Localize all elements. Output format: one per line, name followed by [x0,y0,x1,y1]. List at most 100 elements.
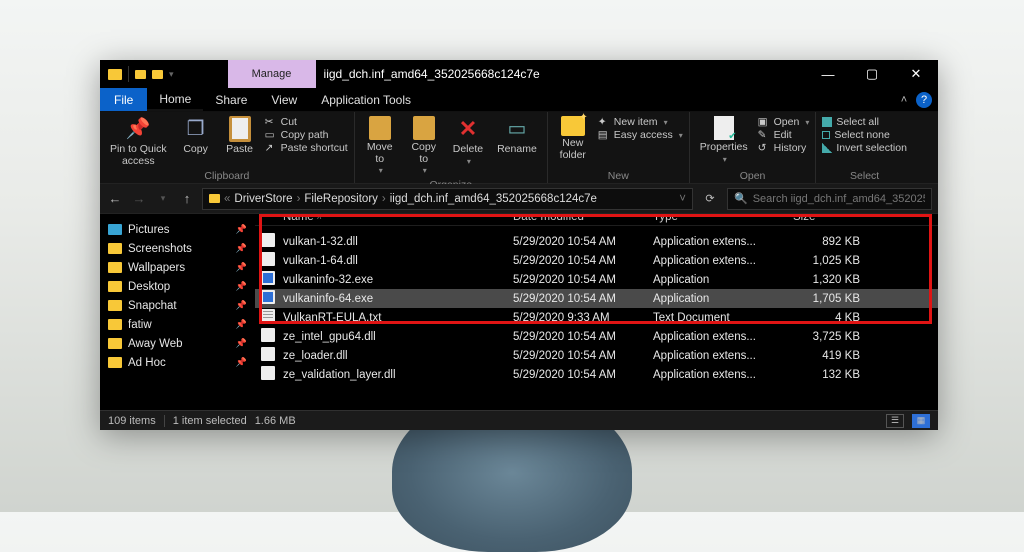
pin-to-quick-access-button[interactable]: 📌 Pin to Quick access [106,114,171,169]
manage-context-tab[interactable]: Manage [228,60,316,88]
delete-icon: ✕ [455,116,481,142]
file-type: Application [653,274,793,286]
file-date: 5/29/2020 10:54 AM [513,350,653,362]
back-button[interactable]: ← [106,191,124,206]
address-dropdown-icon[interactable]: ˅ [679,193,686,205]
select-none-button[interactable]: Select none [822,129,907,141]
edit-button[interactable]: ✎Edit [758,129,810,141]
column-date[interactable]: Date modified [513,214,653,223]
recent-locations-button[interactable]: ▾ [154,193,172,204]
help-button[interactable]: ? [916,92,932,108]
search-icon: 🔍 [734,192,748,205]
copy-to-icon [413,116,435,140]
pin-icon: 📌 [236,243,247,254]
sidebar-item[interactable]: Screenshots📌 [100,239,255,258]
qat-icon[interactable] [135,70,146,79]
breadcrumb-segment[interactable]: iigd_dch.inf_amd64_352025668c124c7e [390,193,597,205]
thumbnails-view-button[interactable]: ▦ [912,414,930,428]
breadcrumb-segment[interactable]: DriverStore [234,193,292,205]
paste-button[interactable]: Paste [221,114,259,158]
refresh-button[interactable]: ⟳ [699,192,721,205]
breadcrumb-segment[interactable]: FileRepository [304,193,378,205]
sidebar-item[interactable]: Pictures📌 [100,220,255,239]
shortcut-icon: ↗ [265,142,277,154]
move-to-button[interactable]: Move to▾ [361,114,399,178]
up-button[interactable]: ↑ [178,191,196,206]
rename-button[interactable]: Rename [493,114,541,158]
folder-icon [209,194,220,203]
pin-icon: 📌 [236,338,247,349]
column-name[interactable]: Name ˄ [283,214,513,223]
column-headers[interactable]: Name ˄ Date modified Type Size [255,214,938,226]
open-button[interactable]: ▣Open▾ [758,116,810,128]
file-name: vulkaninfo-64.exe [283,293,513,305]
column-type[interactable]: Type [653,214,793,223]
new-folder-button[interactable]: New folder [554,114,592,163]
delete-button[interactable]: ✕ Delete▾ [449,114,487,168]
open-icon: ▣ [758,116,770,128]
address-bar[interactable]: « DriverStore › FileRepository › iigd_dc… [202,188,693,210]
file-row[interactable]: vulkan-1-32.dll 5/29/2020 10:54 AM Appli… [255,232,938,251]
minimize-button[interactable]: — [806,60,850,88]
sidebar-item[interactable]: Ad Hoc📌 [100,353,255,372]
copy-to-button[interactable]: Copy to▾ [405,114,443,178]
sidebar-item[interactable]: Wallpapers📌 [100,258,255,277]
file-date: 5/29/2020 10:54 AM [513,369,653,381]
open-group-label: Open [696,169,810,183]
file-type: Application [653,293,793,305]
file-row[interactable]: ze_validation_layer.dll 5/29/2020 10:54 … [255,365,938,384]
select-all-button[interactable]: Select all [822,116,907,128]
qat-dropdown-icon[interactable]: ▾ [169,69,174,80]
file-name: ze_intel_gpu64.dll [283,331,513,343]
file-tab[interactable]: File [100,88,147,111]
sidebar-item-label: Desktop [128,281,170,293]
cut-button[interactable]: ✂Cut [265,116,348,128]
navigation-pane[interactable]: Pictures📌Screenshots📌Wallpapers📌Desktop📌… [100,214,255,410]
paste-shortcut-button[interactable]: ↗Paste shortcut [265,142,348,154]
details-view-button[interactable]: ☰ [886,414,904,428]
application-tools-tab[interactable]: Application Tools [309,88,423,111]
column-size[interactable]: Size [793,214,878,223]
forward-button[interactable]: → [130,191,148,206]
folder-icon [108,338,122,349]
file-row[interactable]: vulkaninfo-64.exe 5/29/2020 10:54 AM App… [255,289,938,308]
invert-selection-button[interactable]: Invert selection [822,142,907,154]
new-item-button[interactable]: ✦New item▾ [598,116,683,128]
properties-icon [714,116,734,140]
file-icon [261,290,275,304]
folder-icon [108,319,122,330]
qat-icon[interactable] [152,70,163,79]
file-row[interactable]: VulkanRT-EULA.txt 5/29/2020 9:33 AM Text… [255,308,938,327]
easy-access-button[interactable]: ▤Easy access▾ [598,129,683,141]
file-row[interactable]: ze_loader.dll 5/29/2020 10:54 AM Applica… [255,346,938,365]
file-row[interactable]: ze_intel_gpu64.dll 5/29/2020 10:54 AM Ap… [255,327,938,346]
properties-button[interactable]: Properties▾ [696,114,752,166]
selection-size: 1.66 MB [255,415,296,427]
file-date: 5/29/2020 10:54 AM [513,293,653,305]
maximize-button[interactable]: ▢ [850,60,894,88]
sidebar-item[interactable]: Away Web📌 [100,334,255,353]
share-tab[interactable]: Share [203,88,259,111]
file-list[interactable]: Name ˄ Date modified Type Size vulkan-1-… [255,214,938,410]
file-row[interactable]: vulkan-1-64.dll 5/29/2020 10:54 AM Appli… [255,251,938,270]
copy-path-button[interactable]: ▭Copy path [265,129,348,141]
copy-button[interactable]: Copy [177,114,215,158]
close-button[interactable]: ✕ [894,60,938,88]
item-count: 109 items [108,415,156,427]
scissors-icon: ✂ [265,116,277,128]
file-name: vulkan-1-64.dll [283,255,513,267]
paste-icon [229,116,251,142]
home-tab[interactable]: Home [147,88,203,111]
collapse-ribbon-button[interactable]: ˄ [892,88,916,111]
search-box[interactable]: 🔍 Search iigd_dch.inf_amd64_352025... [727,188,932,210]
file-size: 1,705 KB [793,293,878,305]
folder-icon [108,300,122,311]
sidebar-item[interactable]: fatiw📌 [100,315,255,334]
sidebar-item[interactable]: Snapchat📌 [100,296,255,315]
history-button[interactable]: ↺History [758,142,810,154]
folder-icon [108,357,122,368]
sidebar-item[interactable]: Desktop📌 [100,277,255,296]
file-row[interactable]: vulkaninfo-32.exe 5/29/2020 10:54 AM App… [255,270,938,289]
view-tab[interactable]: View [259,88,309,111]
file-type: Application extens... [653,255,793,267]
